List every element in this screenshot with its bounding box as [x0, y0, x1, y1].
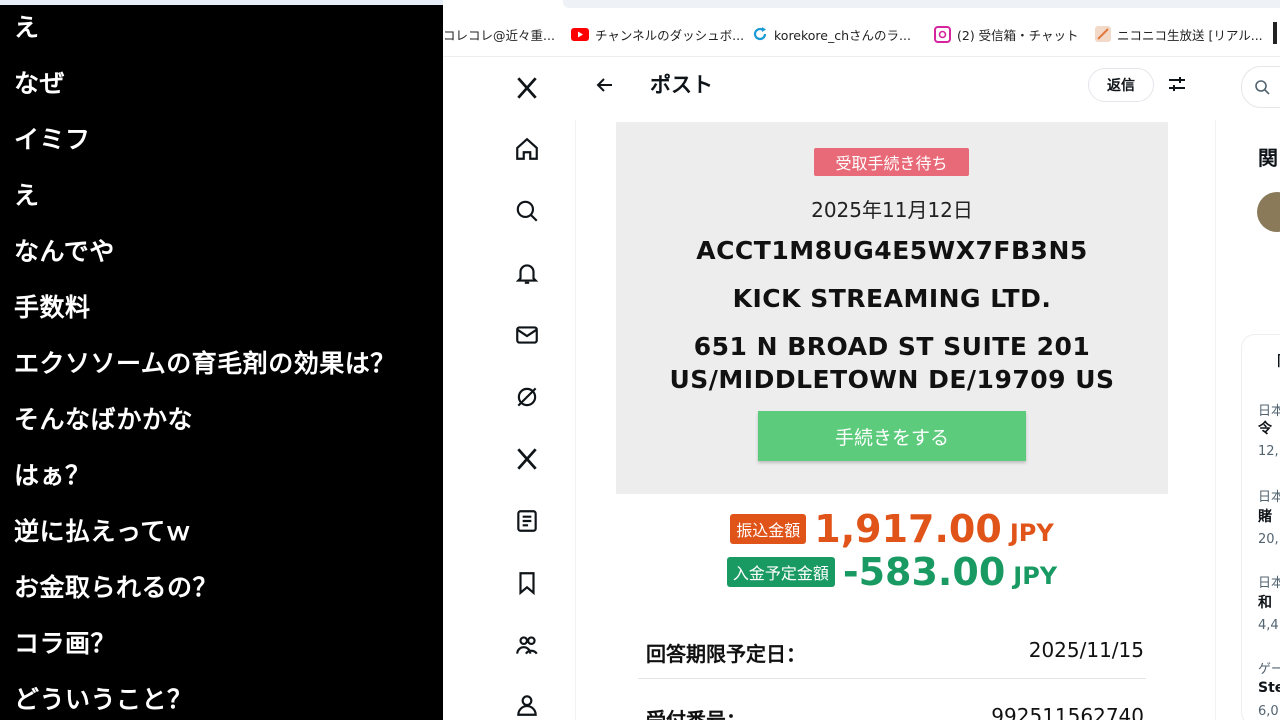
- chat-message: イミフ: [14, 125, 91, 154]
- trend-name[interactable]: Ste: [1258, 680, 1280, 696]
- bookmark-label: チャンネルのダッシュボ...: [595, 27, 745, 43]
- sidebar-heading: 関: [1258, 146, 1278, 170]
- communities-icon[interactable]: [508, 626, 546, 664]
- bell-icon[interactable]: [508, 254, 546, 292]
- receipt-row: 受付番号： 992511562740: [646, 704, 1144, 720]
- bookmarks-overflow[interactable]: [1273, 22, 1277, 44]
- trend-count: 12,: [1258, 444, 1279, 459]
- trend-category: ゲー: [1258, 662, 1280, 677]
- sliders-icon[interactable]: [1165, 72, 1189, 96]
- chat-overlay: え なぜ イミフ え なんでや 手数料 エクソソームの育毛剤の効果は？ そんなば…: [0, 0, 443, 720]
- tab-strip-edge: [563, 0, 1280, 8]
- bookmark-label: (2) 受信箱・チャット: [957, 27, 1079, 43]
- receipt-value: 992511562740: [991, 704, 1144, 720]
- refresh-icon: [752, 26, 768, 42]
- trend-quote: 「: [1265, 348, 1280, 377]
- transfer-value: 1,917.00: [814, 507, 1002, 551]
- right-sidebar: 関 「 日本 令 12, 日本 賭 20, 日本 和 4,4 ゲー Ste 6,…: [1235, 56, 1280, 720]
- trend-name[interactable]: 令: [1258, 418, 1272, 438]
- search-box[interactable]: [1241, 66, 1280, 108]
- search-icon[interactable]: [508, 192, 546, 230]
- proceed-button[interactable]: 手続きをする: [758, 411, 1026, 461]
- column-divider: [1215, 120, 1216, 720]
- bookmark-item[interactable]: チャンネルのダッシュボ...: [571, 24, 744, 44]
- browser-window: コレコレ@近々重... チャンネルのダッシュボ... korekore_chさん…: [443, 0, 1280, 720]
- search-icon: [1255, 80, 1270, 95]
- back-arrow-icon[interactable]: [591, 71, 619, 99]
- instagram-icon: [934, 25, 951, 43]
- reply-button[interactable]: 返信: [1088, 68, 1154, 102]
- x-logo-icon[interactable]: [508, 69, 546, 107]
- bookmark-label: ニコニコ生放送 [リアル...: [1117, 27, 1263, 43]
- chat-message: え: [14, 181, 40, 210]
- deposit-amount-row: 入金予定金額 -583.00 JPY: [616, 550, 1168, 594]
- chat-message: 手数料: [14, 293, 91, 322]
- deadline-row: 回答期限予定日： 2025/11/15: [646, 638, 1144, 667]
- address-line2: US/MIDDLETOWN DE/19709 US: [669, 365, 1115, 394]
- trend-count: 20,: [1258, 532, 1279, 547]
- deposit-currency: JPY: [1013, 562, 1058, 590]
- account-id: ACCT1M8UG4E5WX7FB3N5: [696, 236, 1088, 265]
- receipt-key: 受付番号：: [646, 708, 746, 720]
- company-name: KICK STREAMING LTD.: [732, 284, 1052, 313]
- address-line1: 651 N BROAD ST SUITE 201: [693, 332, 1091, 361]
- bookmark-label: korekore_chさんのラ...: [774, 27, 911, 43]
- chat-message: お金取られるの？: [14, 573, 219, 602]
- bookmark-icon[interactable]: [508, 564, 546, 602]
- bookmark-label: コレコレ@近々重...: [443, 27, 555, 43]
- grok-icon[interactable]: [508, 378, 546, 416]
- chat-message: はぁ？: [14, 461, 91, 490]
- mail-icon[interactable]: [508, 316, 546, 354]
- chat-message: どういうこと？: [14, 685, 193, 714]
- transfer-currency: JPY: [1009, 519, 1054, 547]
- chat-message: エクソソームの育毛剤の効果は？: [14, 349, 396, 378]
- status-badge: 受取手続き待ち: [814, 148, 969, 176]
- trend-name[interactable]: 和: [1258, 592, 1272, 612]
- post-image-card[interactable]: 受取手続き待ち 2025年11月12日 ACCT1M8UG4E5WX7FB3N5…: [616, 122, 1168, 720]
- chat-message: 逆に払えってｗ: [14, 517, 192, 546]
- deadline-key: 回答期限予定日：: [646, 642, 806, 666]
- trend-count: 4,4: [1258, 618, 1279, 633]
- trend-category: 日本: [1258, 490, 1280, 505]
- bookmark-item[interactable]: korekore_chさんのラ...: [752, 24, 911, 44]
- chat-message: なぜ: [14, 69, 66, 98]
- bookmark-item[interactable]: ニコニコ生放送 [リアル...: [1095, 24, 1263, 44]
- chat-message: コラ画？: [14, 629, 117, 658]
- profile-icon[interactable]: [508, 686, 546, 720]
- bookmarks-bar: コレコレ@近々重... チャンネルのダッシュボ... korekore_chさん…: [443, 0, 1280, 57]
- deposit-label: 入金予定金額: [726, 557, 835, 587]
- lists-icon[interactable]: [508, 502, 546, 540]
- youtube-icon: [571, 27, 589, 41]
- row-divider: [638, 678, 1146, 679]
- card-date: 2025年11月12日: [811, 198, 973, 222]
- transfer-amount-row: 振込金額 1,917.00 JPY: [616, 507, 1168, 551]
- trend-category: 日本: [1258, 404, 1280, 419]
- niconico-icon: [1095, 26, 1111, 42]
- avatar[interactable]: [1257, 192, 1280, 232]
- trend-category: 日本: [1258, 576, 1280, 591]
- post-header: ポスト 返信: [575, 56, 1215, 114]
- bookmark-item[interactable]: (2) 受信箱・チャット: [934, 24, 1079, 44]
- column-divider: [575, 120, 576, 720]
- page-title: ポスト: [650, 73, 713, 97]
- bookmark-item[interactable]: コレコレ@近々重...: [443, 24, 555, 44]
- chat-message: そんなばかかな: [14, 405, 194, 434]
- chat-top-bar: [0, 0, 443, 5]
- transfer-label: 振込金額: [730, 514, 807, 544]
- deposit-value: -583.00: [842, 550, 1006, 594]
- x-premium-icon[interactable]: [508, 440, 546, 478]
- trend-count: 6,0: [1258, 704, 1279, 719]
- chat-message: え: [14, 13, 40, 42]
- deadline-value: 2025/11/15: [1028, 638, 1144, 662]
- trend-name[interactable]: 賭: [1258, 506, 1272, 526]
- chat-message: なんでや: [14, 237, 115, 266]
- side-nav: [498, 56, 558, 720]
- home-icon[interactable]: [508, 130, 546, 168]
